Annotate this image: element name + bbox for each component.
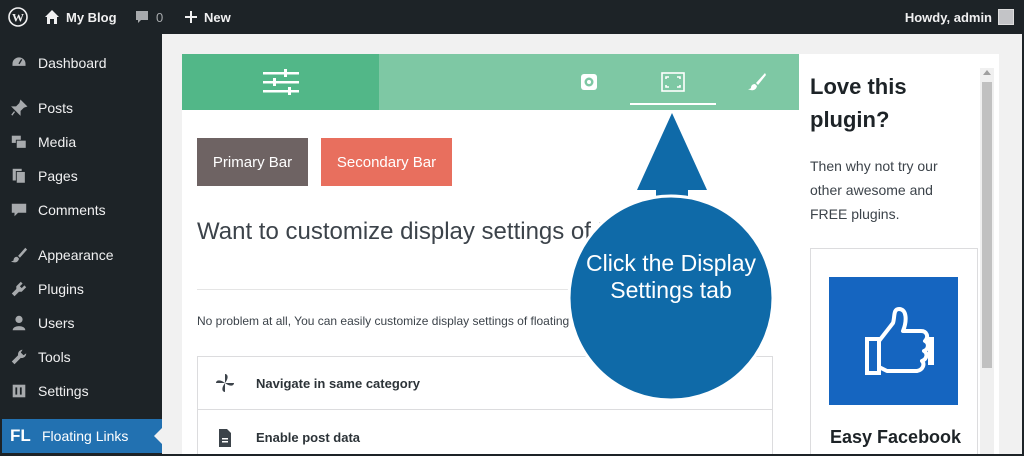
- wordpress-logo-icon[interactable]: W: [8, 0, 28, 34]
- paintbrush-icon: [748, 73, 766, 91]
- option-navigate-same-category[interactable]: Navigate in same category: [198, 357, 772, 410]
- tab-style[interactable]: [714, 54, 799, 110]
- admin-bar: W My Blog 0 New Howdy, admin: [0, 0, 1024, 34]
- sidebar-item-label: Media: [38, 134, 77, 150]
- sidebar-item-label: Pages: [38, 168, 78, 184]
- sidebar-item-label: Comments: [38, 202, 106, 218]
- plus-icon: [185, 11, 197, 23]
- sidebar-item-comments[interactable]: Comments: [0, 193, 162, 227]
- tab-bars[interactable]: [182, 54, 379, 110]
- comments-count: 0: [156, 9, 164, 25]
- thumbs-up-icon: [829, 277, 958, 405]
- sidebar-item-floating-links[interactable]: FL Floating Links: [0, 419, 162, 453]
- active-indicator: [154, 428, 162, 444]
- sliders-icon: [262, 69, 299, 95]
- howdy-text: Howdy, admin: [904, 9, 992, 25]
- sidebar-item-label: Users: [38, 315, 75, 331]
- tab-bar: [182, 54, 799, 110]
- sidebar-item-label: Plugins: [38, 281, 84, 297]
- sidebar-item-users[interactable]: Users: [0, 306, 162, 340]
- sidebar-item-settings[interactable]: Settings: [0, 374, 162, 408]
- promo-title: Love this plugin?: [810, 74, 907, 132]
- pin-icon: [11, 99, 28, 116]
- section-heading: Want to customize display settings of Fl…: [197, 218, 738, 245]
- comments-link[interactable]: 0: [134, 0, 163, 34]
- plugin-card[interactable]: Easy Facebook: [810, 248, 978, 456]
- brush-icon: [10, 247, 28, 263]
- promo-text: Then why not try our other awesome and F…: [810, 158, 938, 222]
- sidebar-item-media[interactable]: Media: [0, 125, 162, 159]
- pages-icon: [12, 168, 26, 184]
- comment-icon: [11, 203, 27, 217]
- display-frame-icon: [661, 72, 685, 92]
- floating-links-badge: FL: [10, 426, 31, 445]
- admin-sidebar: Dashboard Posts Media Pages Comments App…: [0, 34, 162, 456]
- sidebar-item-pages[interactable]: Pages: [0, 159, 162, 193]
- callout-text: Click the Display Settings tab: [586, 250, 756, 303]
- plugin-card-title: Easy Facebook: [830, 427, 962, 447]
- gear-icon: [581, 74, 597, 90]
- sidebar-item-label: Tools: [38, 349, 71, 365]
- sidebar-item-dashboard[interactable]: Dashboard: [0, 46, 162, 80]
- document-icon: [219, 428, 231, 447]
- new-content-link[interactable]: New: [184, 0, 231, 34]
- tab-display-settings[interactable]: [630, 54, 716, 110]
- active-tab-underline: [630, 103, 716, 105]
- user-icon: [12, 315, 26, 331]
- primary-bar-button[interactable]: Primary Bar: [197, 138, 308, 186]
- section-description: No problem at all, You can easily custom…: [197, 314, 593, 328]
- option-label: Navigate in same category: [256, 375, 421, 391]
- sidebar-item-posts[interactable]: Posts: [0, 91, 162, 125]
- avatar: [998, 9, 1014, 25]
- scroll-thumb[interactable]: [982, 82, 992, 368]
- new-label: New: [204, 9, 231, 25]
- site-name-link[interactable]: My Blog: [44, 0, 117, 34]
- options-list: Navigate in same category Enable post da…: [197, 356, 773, 456]
- sidebar-item-appearance[interactable]: Appearance: [0, 238, 162, 272]
- option-enable-post-data[interactable]: Enable post data: [198, 411, 772, 456]
- pinwheel-icon: [216, 374, 234, 392]
- comment-bubble-icon: [136, 11, 148, 23]
- dashboard-icon: [11, 56, 27, 68]
- scrollbar[interactable]: [980, 68, 994, 456]
- wrench-icon: [11, 349, 27, 365]
- sidebar-item-label: Settings: [38, 383, 89, 399]
- promo-sidebar: Love this plugin? Then why not try our o…: [799, 54, 999, 456]
- site-name: My Blog: [66, 9, 117, 25]
- account-menu[interactable]: Howdy, admin: [905, 0, 1014, 34]
- sidebar-item-plugins[interactable]: Plugins: [0, 272, 162, 306]
- settings-icon: [12, 384, 26, 398]
- secondary-bar-button[interactable]: Secondary Bar: [321, 138, 452, 186]
- sidebar-item-label: Posts: [38, 100, 74, 116]
- media-icon: [11, 135, 27, 149]
- sidebar-item-label: Dashboard: [38, 55, 107, 71]
- option-label: Enable post data: [256, 430, 361, 445]
- home-icon: [45, 10, 59, 24]
- svg-text:W: W: [12, 11, 24, 25]
- plugin-icon: [11, 281, 27, 297]
- sidebar-item-tools[interactable]: Tools: [0, 340, 162, 374]
- sidebar-item-label: Floating Links: [42, 428, 129, 444]
- sidebar-item-label: Appearance: [38, 247, 114, 263]
- tab-settings[interactable]: [546, 54, 632, 110]
- scroll-up-arrow-icon[interactable]: [983, 70, 991, 75]
